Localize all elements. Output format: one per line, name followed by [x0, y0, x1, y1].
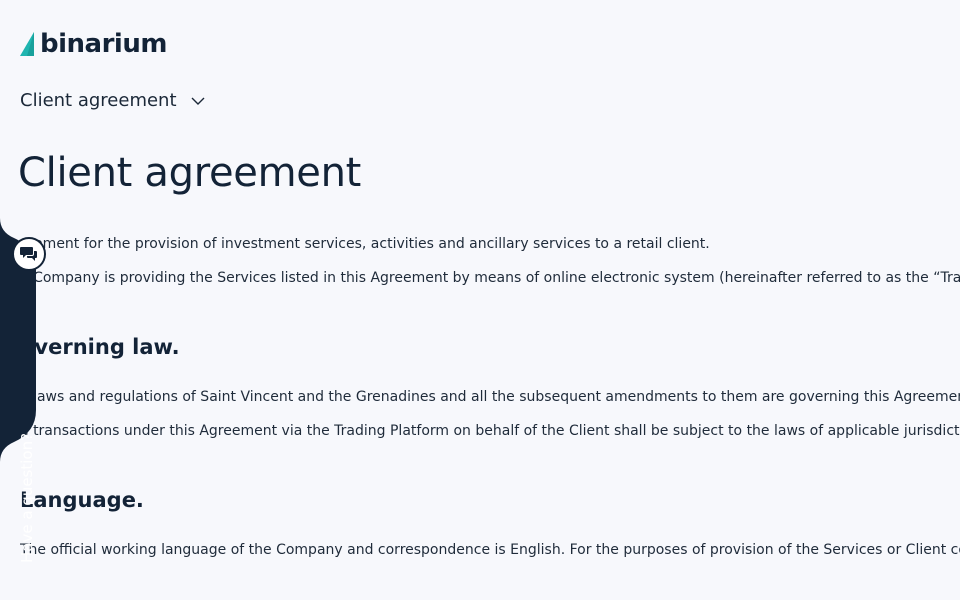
section-paragraph: e laws and regulations of Saint Vincent …: [20, 389, 960, 405]
intro-paragraph-2: e Company is providing the Services list…: [20, 270, 960, 286]
section-paragraph: e transactions under this Agreement via …: [20, 423, 960, 439]
chat-bubbles-icon: [12, 237, 46, 271]
section-paragraph: The official working language of the Com…: [20, 542, 960, 558]
section-heading-governing-law: overning law.: [20, 335, 180, 359]
intro-paragraph-1: reement for the provision of investment …: [20, 236, 710, 252]
section-heading-language: Language.: [20, 488, 144, 512]
agreement-content: reement for the provision of investment …: [20, 0, 960, 600]
have-a-question-tab[interactable]: Have a question?: [0, 218, 46, 563]
help-tab-label: Have a question?: [18, 432, 36, 563]
